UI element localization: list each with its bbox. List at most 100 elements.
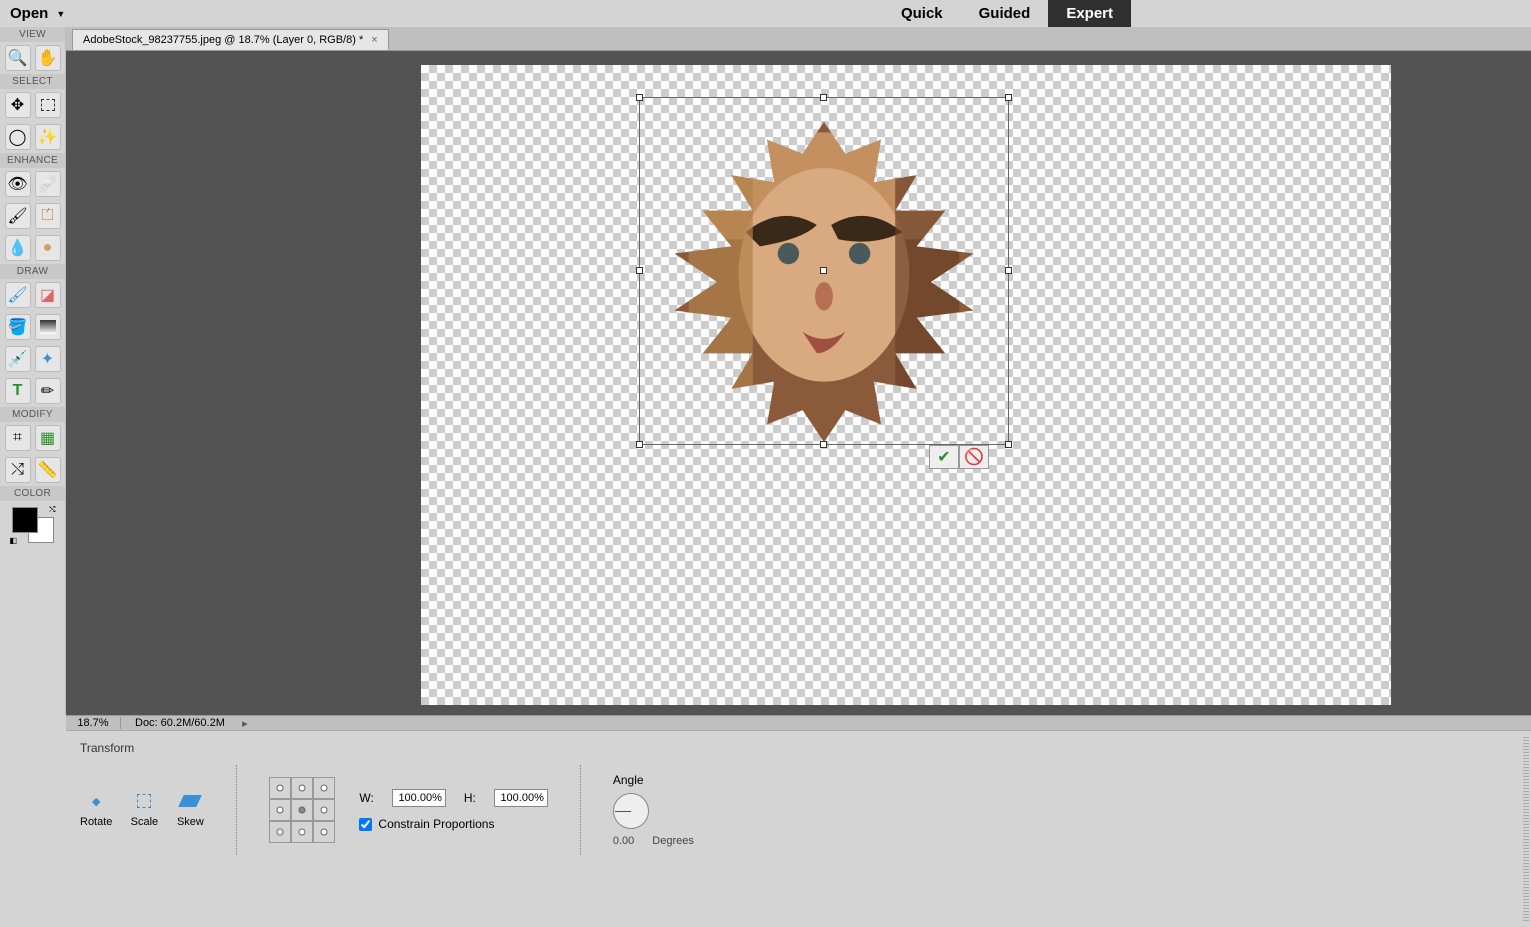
cancel-transform-button[interactable]: 🚫 xyxy=(959,445,989,469)
brush-tool[interactable]: 🖌 xyxy=(5,282,31,308)
gradient-icon xyxy=(40,320,56,334)
transform-handle-bottom-right[interactable] xyxy=(1005,441,1012,448)
foreground-color[interactable] xyxy=(12,507,38,533)
default-colors-icon[interactable]: ◧ xyxy=(10,536,18,545)
bucket-icon: 🪣 xyxy=(8,317,28,337)
sponge-tool[interactable]: ● xyxy=(35,235,61,261)
crop-tool[interactable]: ⌗ xyxy=(5,425,31,451)
transform-skew-button[interactable]: Skew xyxy=(176,792,204,828)
transform-handle-center[interactable] xyxy=(820,267,827,274)
toolbox-section-view: VIEW xyxy=(0,27,65,42)
magic-wand-tool[interactable]: ✨ xyxy=(35,124,61,150)
transform-handle-bottom[interactable] xyxy=(820,441,827,448)
divider xyxy=(580,765,581,855)
angle-units: Degrees xyxy=(652,835,694,847)
document-tab-bar: AdobeStock_98237755.jpeg @ 18.7% (Layer … xyxy=(66,27,1531,51)
transform-handle-top-right[interactable] xyxy=(1005,94,1012,101)
height-input[interactable] xyxy=(494,789,548,807)
transform-handle-top-left[interactable] xyxy=(636,94,643,101)
eye-icon: 👁 xyxy=(7,174,27,194)
paintbrush-icon: 🖌 xyxy=(7,285,27,305)
skew-icon xyxy=(179,795,203,807)
angle-dial[interactable] xyxy=(613,793,649,829)
magnifier-icon: 🔍 xyxy=(8,48,28,68)
close-icon[interactable]: × xyxy=(371,34,377,46)
ref-point-t[interactable] xyxy=(299,785,306,792)
transform-handle-left[interactable] xyxy=(636,267,643,274)
hand-tool[interactable]: ✋ xyxy=(35,45,61,71)
ref-point-c[interactable] xyxy=(299,807,306,814)
transform-bounding-box[interactable] xyxy=(639,97,1009,445)
checkmark-icon: ✔ xyxy=(937,447,950,467)
paint-bucket-tool[interactable]: 🪣 xyxy=(5,314,31,340)
toolbox-section-color: COLOR xyxy=(0,486,65,501)
smart-brush-tool[interactable]: 🖌 xyxy=(5,203,31,229)
stamp-icon: ⏍ xyxy=(41,207,53,225)
transform-handle-right[interactable] xyxy=(1005,267,1012,274)
transform-mode-group: ◆ Rotate Scale Skew xyxy=(80,792,204,828)
rotate-icon: ◆ xyxy=(92,795,100,808)
ref-point-br[interactable] xyxy=(321,829,328,836)
rotate-label: Rotate xyxy=(80,816,112,828)
canvas-area: ✔ 🚫 xyxy=(66,51,1531,715)
constrain-proportions-row[interactable]: Constrain Proportions xyxy=(359,817,547,831)
type-tool[interactable]: T xyxy=(5,378,31,404)
commit-transform-button[interactable]: ✔ xyxy=(929,445,959,469)
clone-stamp-tool[interactable]: ⏍ xyxy=(35,203,61,229)
sponge-icon: ● xyxy=(43,239,53,257)
ruler-icon: 📏 xyxy=(38,460,58,480)
lasso-tool[interactable]: ◯ xyxy=(5,124,31,150)
marquee-icon xyxy=(41,99,55,111)
swap-colors-icon[interactable]: ⤭ xyxy=(49,505,55,515)
status-bar: 18.7% Doc: 60.2M/60.2M ▸ xyxy=(66,715,1531,730)
gradient-tool[interactable] xyxy=(35,314,61,340)
move-tool[interactable]: ✥ xyxy=(5,92,31,118)
color-swatch[interactable]: ⤭ ◧ xyxy=(10,505,56,545)
angle-indicator xyxy=(615,811,631,812)
document-canvas[interactable]: ✔ 🚫 xyxy=(421,65,1391,705)
scale-label: Scale xyxy=(131,816,159,828)
straighten-tool[interactable]: 📏 xyxy=(35,457,61,483)
tab-quick[interactable]: Quick xyxy=(883,0,961,27)
status-menu-arrow[interactable]: ▸ xyxy=(239,717,251,730)
droplet-icon: 💧 xyxy=(8,238,28,258)
zoom-level[interactable]: 18.7% xyxy=(66,717,121,729)
options-panel-title: Transform xyxy=(80,741,1517,755)
color-picker-tool[interactable]: 💉 xyxy=(5,346,31,372)
ref-point-tl[interactable] xyxy=(277,785,284,792)
bandage-icon: 🩹 xyxy=(38,174,58,194)
width-input[interactable] xyxy=(392,789,446,807)
shuffle-icon: ⤭ xyxy=(11,461,24,479)
blur-tool[interactable]: 💧 xyxy=(5,235,31,261)
recompose-tool[interactable]: ▦ xyxy=(35,425,61,451)
marquee-tool[interactable] xyxy=(35,92,61,118)
transform-handle-top[interactable] xyxy=(820,94,827,101)
mode-tabs: Quick Guided Expert xyxy=(883,0,1131,27)
ref-point-l[interactable] xyxy=(277,807,284,814)
ref-point-tr[interactable] xyxy=(321,785,328,792)
crop-icon: ⌗ xyxy=(13,429,22,447)
document-tab[interactable]: AdobeStock_98237755.jpeg @ 18.7% (Layer … xyxy=(72,29,389,50)
panel-resize-grip[interactable] xyxy=(1523,737,1529,921)
transform-handle-bottom-left[interactable] xyxy=(636,441,643,448)
zoom-tool[interactable]: 🔍 xyxy=(5,45,31,71)
angle-value: 0.00 xyxy=(613,835,634,847)
transform-scale-button[interactable]: Scale xyxy=(130,792,158,828)
spot-heal-tool[interactable]: 🩹 xyxy=(35,171,61,197)
skew-label: Skew xyxy=(177,816,204,828)
type-icon: T xyxy=(13,382,23,400)
constrain-proportions-checkbox[interactable] xyxy=(359,818,372,831)
eraser-tool[interactable]: ◪ xyxy=(35,282,61,308)
tab-expert[interactable]: Expert xyxy=(1048,0,1131,27)
pencil-tool[interactable]: ✏ xyxy=(35,378,61,404)
shape-tool[interactable]: ✦ xyxy=(35,346,61,372)
ref-point-bl[interactable] xyxy=(277,829,284,836)
ref-point-r[interactable] xyxy=(321,807,328,814)
content-aware-tool[interactable]: ⤭ xyxy=(5,457,31,483)
ref-point-b[interactable] xyxy=(299,829,306,836)
toolbox-section-enhance: ENHANCE xyxy=(0,153,65,168)
open-menu[interactable]: Open ▼ xyxy=(10,5,65,22)
tab-guided[interactable]: Guided xyxy=(961,0,1049,27)
transform-rotate-button[interactable]: ◆ Rotate xyxy=(80,792,112,828)
redeye-tool[interactable]: 👁 xyxy=(5,171,31,197)
